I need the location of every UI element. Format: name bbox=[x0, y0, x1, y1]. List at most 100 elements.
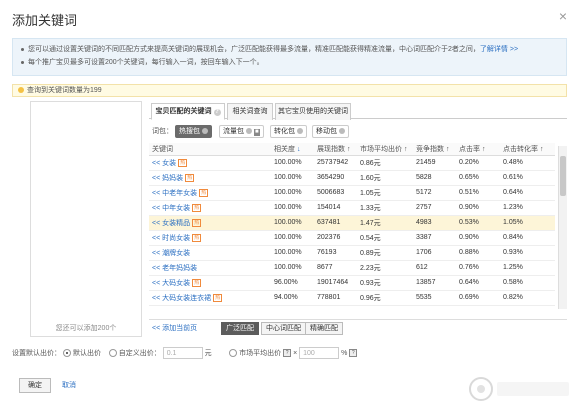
col-cvr[interactable]: 点击转化率 ↑ bbox=[500, 143, 555, 156]
keyword-link[interactable]: << 时尚女装 bbox=[152, 235, 190, 242]
relevance-cell: 100.00% bbox=[271, 260, 314, 276]
keyword-suggest-panel: 宝贝匹配的关键词? 相关词查询 其它宝贝使用的关键词 词包： 热搜包 流量包 ■ … bbox=[149, 101, 567, 337]
cancel-link[interactable]: 取消 bbox=[62, 379, 76, 392]
ctr-cell: 0.88% bbox=[456, 245, 500, 261]
keyword-cell[interactable]: << 妈妈装热 bbox=[149, 170, 271, 186]
keyword-link[interactable]: << 老年妈妈装 bbox=[152, 265, 197, 272]
cvr-cell: 0.58% bbox=[500, 275, 555, 291]
chip-label: 流量包 bbox=[223, 128, 244, 135]
keyword-link[interactable]: << 女装 bbox=[152, 160, 176, 167]
help-icon[interactable]: ? bbox=[283, 349, 292, 357]
competition-cell: 21459 bbox=[413, 155, 456, 171]
market-percent-input[interactable]: 100 bbox=[299, 347, 340, 359]
relevance-cell: 100.00% bbox=[271, 245, 314, 261]
exact-match-button[interactable]: 精确匹配 bbox=[305, 322, 343, 335]
table-row[interactable]: << 时尚女装热 100.00% 202376 0.54元 3387 0.90% 0.84% bbox=[149, 230, 555, 246]
keyword-link[interactable]: << 中年女装 bbox=[152, 205, 190, 212]
keyword-cell[interactable]: << 大码女装连衣裙热 bbox=[149, 290, 271, 306]
tab-other-item-keywords[interactable]: 其它宝贝使用的关键词 bbox=[275, 103, 351, 120]
confirm-button[interactable]: 确定 bbox=[19, 378, 51, 393]
table-row[interactable]: << 中老年女装热 100.00% 5006683 1.05元 5172 0.51% 0.6… bbox=[149, 185, 555, 201]
col-competition[interactable]: 竞争指数 ↑ bbox=[413, 143, 456, 156]
sort-icon: ↑ bbox=[445, 145, 450, 153]
watermark-logo bbox=[469, 377, 569, 401]
ctr-cell: 0.76% bbox=[456, 260, 500, 276]
keyword-cell[interactable]: << 中老年女装热 bbox=[149, 185, 271, 201]
cvr-cell: 0.48% bbox=[500, 155, 555, 171]
keyword-link[interactable]: << 潮牌女装 bbox=[152, 250, 190, 257]
custom-bid-input[interactable]: 0.1 bbox=[162, 347, 203, 359]
add-current-page-link[interactable]: << 添加当前页 bbox=[152, 321, 197, 337]
competition-cell: 5828 bbox=[413, 170, 456, 186]
keyword-cell[interactable]: << 潮牌女装 bbox=[149, 245, 271, 261]
keyword-cell[interactable]: << 女装热 bbox=[149, 155, 271, 171]
keyword-cell[interactable]: << 中年女装热 bbox=[149, 200, 271, 216]
table-row[interactable]: << 女装热 100.00% 25737942 0.86元 21459 0.20% 0.48… bbox=[149, 155, 555, 171]
competition-cell: 13857 bbox=[413, 275, 456, 291]
bullet-icon bbox=[21, 60, 24, 64]
chip-mobile[interactable]: 移动包 bbox=[312, 125, 349, 138]
ctr-cell: 0.65% bbox=[456, 170, 500, 186]
radio-default-bid[interactable] bbox=[62, 349, 71, 357]
table-row[interactable]: << 潮牌女装 100.00% 76193 0.89元 1706 0.88% 0.93% bbox=[149, 245, 555, 261]
package-filter: 词包： 热搜包 流量包 ■ 转化包 移动包 bbox=[149, 124, 567, 140]
sort-icon: ↑ bbox=[481, 145, 486, 153]
radio-market-bid[interactable] bbox=[229, 349, 238, 357]
keyword-link[interactable]: << 中老年女装 bbox=[152, 190, 197, 197]
market-bid-cell: 1.60元 bbox=[357, 170, 413, 186]
table-row[interactable]: << 女装精品热 100.00% 637481 1.47元 4983 0.53% 1.05% bbox=[149, 215, 555, 231]
radio-custom-label: 自定义出价： bbox=[118, 349, 161, 357]
keyword-link[interactable]: << 大码女装连衣裙 bbox=[152, 295, 211, 302]
learn-more-link[interactable]: 了解详情 >> bbox=[480, 46, 518, 53]
competition-cell: 612 bbox=[413, 260, 456, 276]
col-impressions[interactable]: 展现指数 ↑ bbox=[314, 143, 357, 156]
keyword-link[interactable]: << 女装精品 bbox=[152, 220, 190, 227]
radio-custom-bid[interactable] bbox=[108, 349, 117, 357]
phrase-match-button[interactable]: 中心词匹配 bbox=[261, 322, 306, 335]
table-row[interactable]: << 妈妈装热 100.00% 3654290 1.60元 5828 0.65% 0.61% bbox=[149, 170, 555, 186]
chip-hot[interactable]: 热搜包 bbox=[175, 125, 212, 138]
result-count-text: 查询到关键词数量为199 bbox=[27, 87, 102, 94]
keyword-cell[interactable]: << 老年妈妈装 bbox=[149, 260, 271, 276]
radio-default-label: 默认出价 bbox=[72, 349, 101, 357]
table-scrollbar[interactable] bbox=[558, 146, 567, 309]
tab-matched-keywords[interactable]: 宝贝匹配的关键词? bbox=[151, 103, 225, 120]
scrollbar-thumb[interactable] bbox=[560, 156, 566, 196]
close-icon[interactable]: × bbox=[559, 9, 567, 23]
radio-market-label: 市场平均出价 bbox=[239, 349, 282, 357]
sort-icon: ↑ bbox=[403, 145, 408, 153]
dialog-title: 添加关键词 bbox=[12, 13, 78, 28]
table-row[interactable]: << 中年女装热 100.00% 154014 1.33元 2757 0.90% 1.23% bbox=[149, 200, 555, 216]
table-footer: << 添加当前页 广泛匹配 中心词匹配 精确匹配 bbox=[149, 319, 567, 337]
keyword-textarea[interactable] bbox=[31, 102, 141, 322]
col-relevance[interactable]: 相关度 ↓ bbox=[271, 143, 314, 156]
chip-conversion[interactable]: 转化包 bbox=[270, 125, 307, 138]
chip-traffic[interactable]: 流量包 ■ bbox=[219, 125, 264, 138]
filter-label: 词包： bbox=[152, 128, 173, 135]
tab-related-search[interactable]: 相关词查询 bbox=[227, 103, 273, 120]
ctr-cell: 0.69% bbox=[456, 290, 500, 306]
hot-tag-icon: 热 bbox=[192, 203, 202, 212]
keyword-link[interactable]: << 妈妈装 bbox=[152, 175, 183, 182]
info-icon bbox=[246, 128, 252, 135]
col-ctr[interactable]: 点击率 ↑ bbox=[456, 143, 500, 156]
keyword-input-panel: 您还可以添加200个 bbox=[30, 101, 142, 337]
mobile-icon: ■ bbox=[254, 129, 260, 136]
col-market-bid[interactable]: 市场平均出价 ↑ bbox=[357, 143, 413, 156]
help-icon[interactable]: ? bbox=[349, 349, 358, 357]
col-keyword[interactable]: 关键词 bbox=[149, 143, 271, 156]
keyword-cell[interactable]: << 时尚女装热 bbox=[149, 230, 271, 246]
relevance-cell: 100.00% bbox=[271, 230, 314, 246]
keyword-cell[interactable]: << 大码女装热 bbox=[149, 275, 271, 291]
relevance-cell: 100.00% bbox=[271, 200, 314, 216]
table-row[interactable]: << 大码女装连衣裙热 94.00% 778801 0.96元 5535 0.69% 0.8… bbox=[149, 290, 555, 306]
chip-label: 转化包 bbox=[274, 128, 295, 135]
info-icon bbox=[297, 128, 303, 135]
table-row[interactable]: << 老年妈妈装 100.00% 8677 2.23元 612 0.76% 1.25% bbox=[149, 260, 555, 276]
keyword-link[interactable]: << 大码女装 bbox=[152, 280, 190, 287]
broad-match-button[interactable]: 广泛匹配 bbox=[221, 322, 259, 335]
table-row[interactable]: << 大码女装热 96.00% 19017464 0.93元 13857 0.64% 0.5… bbox=[149, 275, 555, 291]
keyword-cell[interactable]: << 女装精品热 bbox=[149, 215, 271, 231]
hot-tag-icon: 热 bbox=[199, 188, 209, 197]
help-icon[interactable]: ? bbox=[213, 109, 221, 116]
